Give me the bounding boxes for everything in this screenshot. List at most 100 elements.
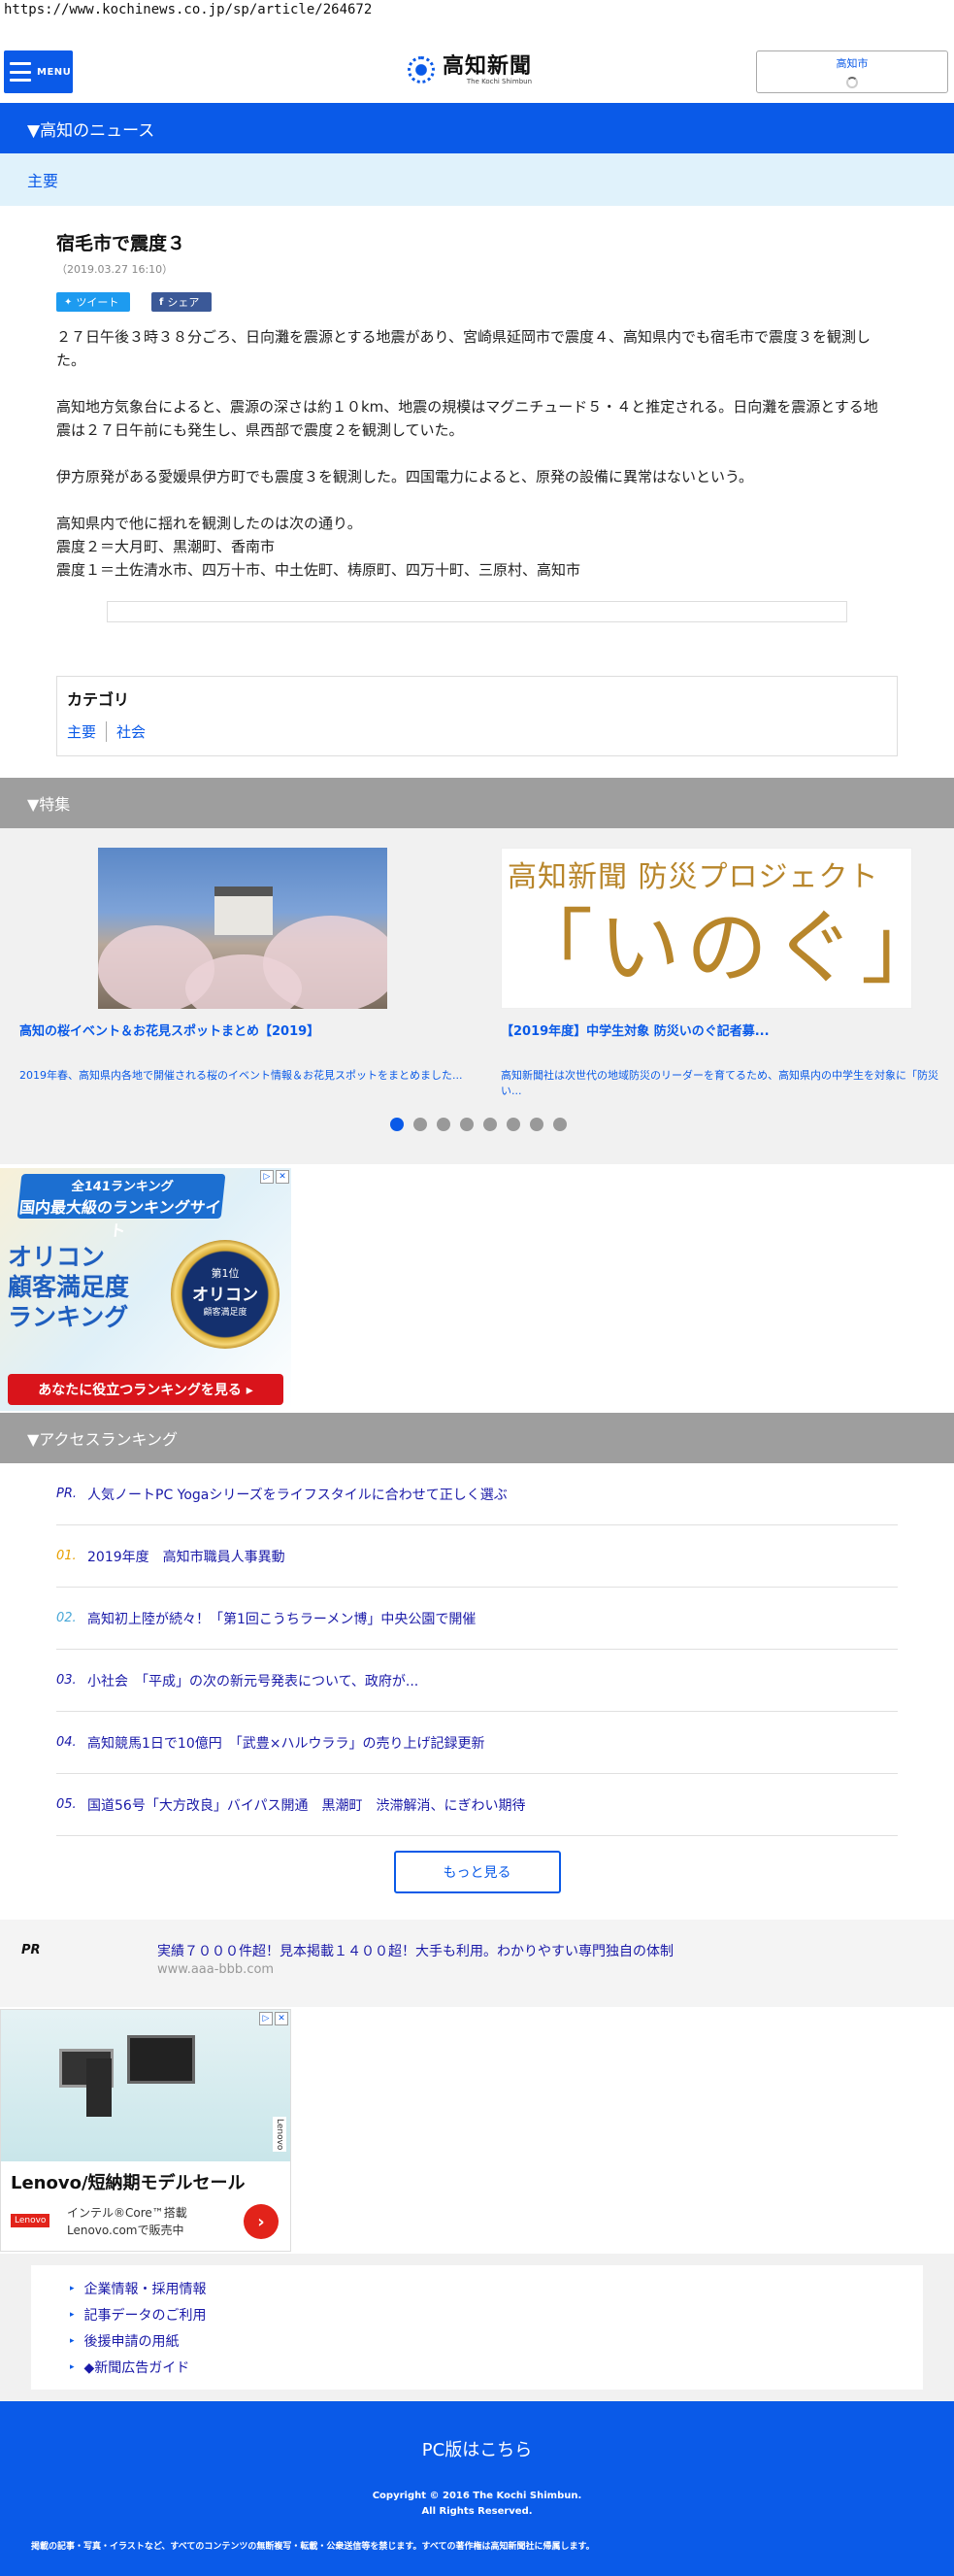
feature-card[interactable]: 高知の桜イベント＆お花見スポットまとめ【2019】 2019年春、高知県内各地で… xyxy=(19,848,466,1084)
ranking-number: 04. xyxy=(56,1735,77,1750)
inogu-banner-main: 「いのぐ」 xyxy=(511,900,949,995)
category-box: カテゴリ 主要 社会 xyxy=(56,676,898,756)
ranking-item[interactable]: 01. 2019年度 高知市職員人事異動 xyxy=(56,1525,898,1588)
chevron-right-icon[interactable]: › xyxy=(244,2204,279,2239)
ranking-link[interactable]: 2019年度 高知市職員人事異動 xyxy=(87,1547,285,1566)
inogu-banner-title: 高知新聞 防災プロジェクト xyxy=(508,860,879,894)
ranking-link[interactable]: 小社会 「平成」の次の新元号発表について、政府が... xyxy=(87,1671,418,1690)
facebook-share-label: シェア xyxy=(167,296,200,309)
ad-ribbon-top: 全141ランキング xyxy=(70,1180,175,1194)
article-body: ２７日午後３時３８分ごろ、日向灘を震源とする地震があり、宮崎県延岡市で震度４、高… xyxy=(56,325,898,582)
category-title: カテゴリ xyxy=(67,690,130,709)
loading-spinner-icon xyxy=(846,77,858,88)
feature-card[interactable]: 高知新聞 防災プロジェクト 「いのぐ」 【2019年度】中学生対象 防災いのぐ記… xyxy=(501,848,947,1099)
logo-text-jp: 高知新聞 xyxy=(443,53,533,79)
ranking-item[interactable]: PR. 人気ノートPC Yogaシリーズをライフスタイルに合わせて正しく選ぶ xyxy=(56,1463,898,1525)
site-logo[interactable]: 高知新聞 The Kochi Shimbun xyxy=(408,52,543,87)
twitter-share-button[interactable]: ✦ ツイート xyxy=(56,292,130,312)
share-buttons: ✦ ツイート f シェア xyxy=(56,292,898,312)
footer-links-area: 企業情報・採用情報 記事データのご利用 後援申請の用紙 ◆新聞広告ガイド xyxy=(0,2254,954,2401)
copyright-line: Copyright © 2016 The Kochi Shimbun. xyxy=(372,2491,582,2501)
weather-widget[interactable]: 高知市 xyxy=(756,50,948,93)
ad-title[interactable]: Lenovo/短納期モデルセール xyxy=(11,2169,290,2194)
site-footer: PC版はこちら Copyright © 2016 The Kochi Shimb… xyxy=(0,2401,954,2576)
feature-description: 2019年春、高知県内各地で開催される桜のイベント情報＆お花見スポットをまとめま… xyxy=(19,1069,463,1082)
more-button[interactable]: もっと見る xyxy=(393,1851,561,1893)
feature-headline[interactable]: 高知の桜イベント＆お花見スポットまとめ【2019】 xyxy=(19,1020,466,1039)
feature-image-sakura-castle[interactable] xyxy=(98,848,387,1009)
carousel-dot[interactable] xyxy=(507,1118,520,1131)
ad-side-label: Lenovo xyxy=(273,2117,286,2153)
ad-subtitle: インテル®Core™搭載 Lenovo.comで販売中 xyxy=(67,2204,187,2239)
ranking-item[interactable]: 02. 高知初上陸が続々！「第1回こうちラーメン博」中央公園で開催 xyxy=(56,1588,898,1650)
ad-title-line: オリコン xyxy=(8,1243,106,1271)
site-header: MENU 高知新聞 The Kochi Shimbun 高知市 xyxy=(0,39,954,103)
category-links: 主要 社会 xyxy=(67,721,887,742)
facebook-share-button[interactable]: f シェア xyxy=(151,292,212,312)
carousel-dot[interactable] xyxy=(390,1118,404,1131)
category-link[interactable]: 社会 xyxy=(106,721,155,742)
ad-info-icon[interactable]: ▷ xyxy=(260,1170,274,1184)
section-title-ranking: ▼アクセスランキング xyxy=(0,1413,954,1463)
ad-subtitle-line: Lenovo.comで販売中 xyxy=(67,2224,184,2237)
medal-line: 第1位 xyxy=(211,1267,240,1280)
ad-product-image: Lenovo ▷ ✕ xyxy=(1,2010,290,2161)
ranking-number: 02. xyxy=(56,1611,77,1625)
ranking-link[interactable]: 高知初上陸が続々！「第1回こうちラーメン博」中央公園で開催 xyxy=(87,1609,476,1628)
section-title-news: ▼高知のニュース xyxy=(0,103,954,153)
article-date: （2019.03.27 16:10） xyxy=(56,263,174,276)
article-paragraph: 伊方原発がある愛媛県伊方町でも震度３を観測した。四国電力によると、原発の設備に異… xyxy=(56,468,754,485)
ranking-link[interactable]: 人気ノートPC Yogaシリーズをライフスタイルに合わせて正しく選ぶ xyxy=(87,1485,508,1504)
ad-cta-button[interactable]: あなたに役立つランキングを見る ▸ xyxy=(8,1374,283,1405)
feature-carousel: 高知の桜イベント＆お花見スポットまとめ【2019】 2019年春、高知県内各地で… xyxy=(0,828,954,1164)
menu-label: MENU xyxy=(37,66,72,78)
lenovo-logo: Lenovo xyxy=(11,2214,50,2227)
lenovo-banner-ad[interactable]: Lenovo ▷ ✕ Lenovo/短納期モデルセール Lenovo インテル®… xyxy=(0,2009,291,2252)
carousel-dot[interactable] xyxy=(483,1118,497,1131)
footer-link[interactable]: ◆新聞広告ガイド xyxy=(70,2354,884,2380)
ranking-link[interactable]: 高知競馬1日で10億円 「武豊×ハルウララ」の売り上げ記録更新 xyxy=(87,1733,484,1753)
footer-link[interactable]: 後援申請の用紙 xyxy=(70,2327,884,2354)
article-paragraph: 高知地方気象台によると、震源の深さは約１０km、地震の規模はマグニチュード５・４… xyxy=(56,398,878,439)
pr-link[interactable]: 実績７０００件超！見本掲載１４００超！大手も利用。わかりやすい専門独自の体制 xyxy=(157,1941,674,1960)
ranking-item[interactable]: 04. 高知競馬1日で10億円 「武豊×ハルウララ」の売り上げ記録更新 xyxy=(56,1712,898,1774)
carousel-dot[interactable] xyxy=(437,1118,450,1131)
ranking-link[interactable]: 国道56号「大方改良」バイパス開通 黒潮町 渋滞解消、にぎわい期待 xyxy=(87,1795,526,1815)
article-paragraph: 震度１＝土佐清水市、四万十市、中土佐町、梼原町、四万十町、三原村、高知市 xyxy=(56,561,581,579)
category-link[interactable]: 主要 xyxy=(67,721,106,742)
ranking-number: 01. xyxy=(56,1549,77,1563)
footer-link[interactable]: 記事データのご利用 xyxy=(70,2301,884,2327)
copyright-line: All Rights Reserved. xyxy=(421,2506,533,2517)
article-paragraph: 高知県内で他に揺れを観測したのは次の通り。 xyxy=(56,515,362,532)
carousel-dot[interactable] xyxy=(530,1118,543,1131)
ad-subtitle-line: インテル®Core™搭載 xyxy=(67,2206,187,2220)
ad-title-line: ランキング xyxy=(8,1303,129,1331)
ranking-number: 05. xyxy=(56,1797,77,1812)
pr-text-ad[interactable]: PR 実績７０００件超！見本掲載１４００超！大手も利用。わかりやすい専門独自の体… xyxy=(0,1920,954,2007)
footer-link[interactable]: 企業情報・採用情報 xyxy=(70,2275,884,2301)
feature-headline[interactable]: 【2019年度】中学生対象 防災いのぐ記者募... xyxy=(501,1020,947,1039)
ad-close-icon[interactable]: ✕ xyxy=(276,1170,289,1184)
ad-controls: ▷ ✕ xyxy=(259,2012,288,2025)
ad-title: オリコン 顧客満足度 ランキング xyxy=(8,1242,129,1332)
ad-close-icon[interactable]: ✕ xyxy=(275,2012,288,2025)
pr-url: www.aaa-bbb.com xyxy=(157,1962,275,1977)
feature-image-inogu-banner[interactable]: 高知新聞 防災プロジェクト 「いのぐ」 xyxy=(501,848,949,1009)
section-title-feature: ▼特集 xyxy=(0,778,954,828)
ad-info-icon[interactable]: ▷ xyxy=(259,2012,273,2025)
browser-url[interactable]: https://www.kochinews.co.jp/sp/article/2… xyxy=(0,0,954,39)
subsection-title: 主要 xyxy=(0,153,954,206)
carousel-dot[interactable] xyxy=(553,1118,567,1131)
ad-ribbon: 全141ランキング 国内最大級のランキングサイト xyxy=(16,1174,226,1240)
copyright-notice: 掲載の記事・写真・イラストなど、すべてのコンテンツの無断複写・転載・公衆送信等を… xyxy=(31,2542,595,2552)
twitter-share-label: ツイート xyxy=(76,296,119,309)
carousel-dot[interactable] xyxy=(413,1118,427,1131)
ranking-item[interactable]: 05. 国道56号「大方改良」バイパス開通 黒潮町 渋滞解消、にぎわい期待 xyxy=(56,1774,898,1836)
carousel-dot[interactable] xyxy=(460,1118,474,1131)
pc-version-link[interactable]: PC版はこちら xyxy=(0,2436,954,2461)
inline-ad-placeholder xyxy=(107,601,847,622)
ad-controls: ▷ ✕ xyxy=(260,1170,289,1184)
ranking-item[interactable]: 03. 小社会 「平成」の次の新元号発表について、政府が... xyxy=(56,1650,898,1712)
menu-button[interactable]: MENU xyxy=(4,50,73,93)
oricon-banner-ad[interactable]: ▷ ✕ 全141ランキング 国内最大級のランキングサイト オリコン 顧客満足度 … xyxy=(0,1168,291,1411)
